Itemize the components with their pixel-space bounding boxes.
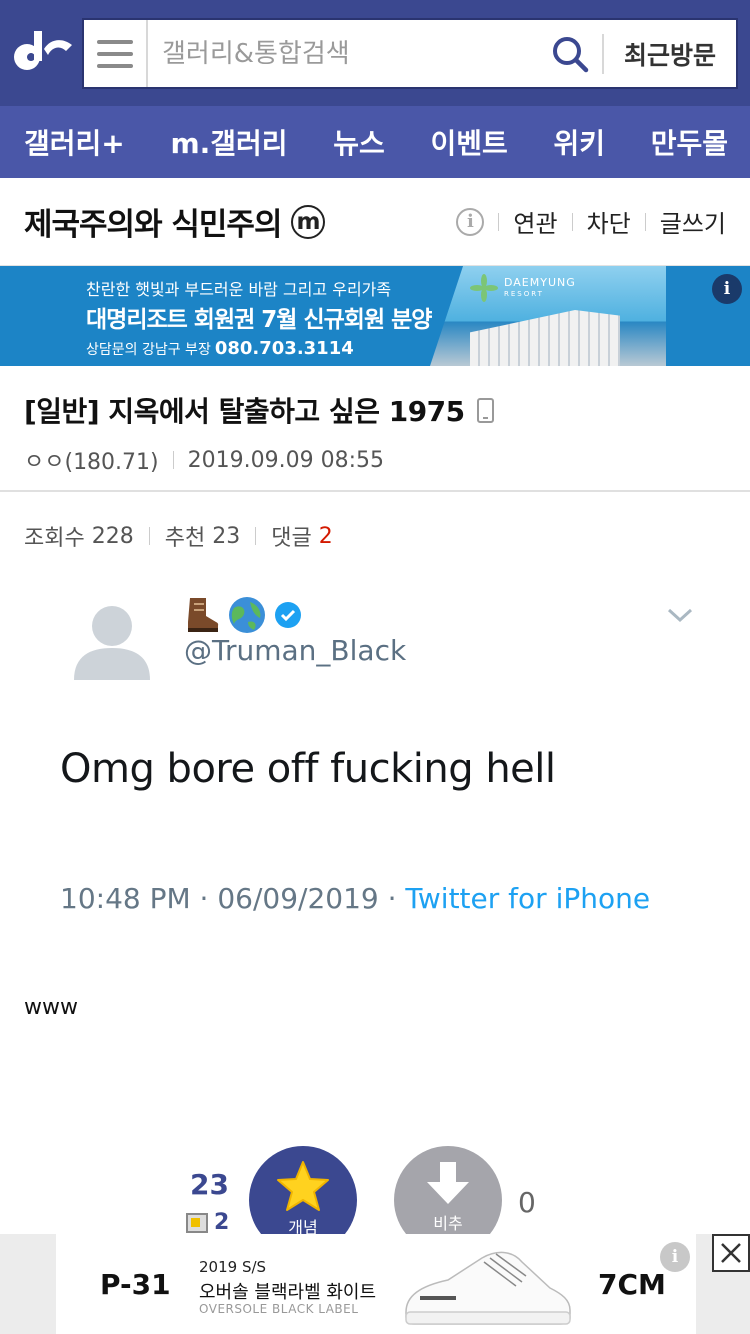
ad-product-name: 오버솔 블랙라벨 화이트 [199,1282,377,1303]
post-stats: 조회수 228 추천 23 댓글 2 [24,520,333,552]
resort-banner-ad[interactable]: 찬란한 햇빛과 부드러운 바람 그리고 우리가족 대명리조트 회원권 7월 신규… [0,266,750,366]
ad-info-icon[interactable]: i [712,274,742,304]
fixed-upvote-number: 2 [214,1210,230,1235]
fixed-user-icon [186,1212,208,1233]
fixed-upvote-count: 2 [186,1210,229,1235]
ad-tagline: 찬란한 햇빛과 부드러운 바람 그리고 우리가족 [86,280,392,299]
separator [644,212,646,231]
nav-item-event[interactable]: 이벤트 [430,122,507,162]
star-icon [277,1161,329,1211]
default-avatar-icon [74,606,150,680]
post-title: [일반] 지옥에서 탈출하고 싶은 1975 [24,395,465,428]
ad-heel-height: 7CM [598,1268,666,1301]
downvote-label: 비추 [433,1214,463,1233]
resort-logo-icon [470,274,498,302]
separator [571,212,573,231]
gallery-header: 제국주의와 식민주의 m i 연관 차단 글쓰기 [0,178,750,266]
nav-item-wiki[interactable]: 위키 [553,122,605,162]
tweet-emojis [184,596,302,634]
hamburger-menu-icon[interactable] [84,20,148,87]
boot-emoji [188,598,219,632]
recommend-count: 23 [212,523,241,549]
post-author[interactable]: ㅇㅇ(180.71) [24,444,159,476]
separator [172,451,174,469]
globe-emoji [229,597,265,633]
views-count: 228 [91,523,134,549]
recommend-label: 추천 [164,526,206,551]
ad-contact-label: 상담문의 강남구 부장 [86,342,211,358]
post-body-text: www [24,995,78,1020]
post-header: [일반] 지옥에서 탈출하고 싶은 1975 ㅇㅇ(180.71) 2019.0… [0,366,750,492]
search-button[interactable] [538,20,602,87]
ad-info-icon[interactable]: i [660,1242,690,1272]
sneaker-image [405,1251,571,1325]
chevron-down-icon [667,608,693,623]
search-input[interactable] [148,20,538,87]
ad-product-code: P-31 [100,1268,171,1301]
shoe-bottom-ad[interactable]: P-31 2019 S/S 오버솔 블랙라벨 화이트 OVERSOLE BLAC… [0,1234,750,1334]
nav-item-mandu-mall[interactable]: 만두몰 [651,122,728,162]
tweet-text: Omg bore off fucking hell [60,746,556,792]
ad-headline: 대명리조트 회원권 7월 신규회원 분양 [86,307,432,333]
nav-item-news[interactable]: 뉴스 [333,122,385,162]
ad-phone: 080.703.3114 [214,338,354,359]
search-box: 최근방문 [82,18,738,89]
nav-item-gallery-plus[interactable]: 갤러리+ [24,122,125,162]
verified-badge-icon [275,602,301,628]
block-button[interactable]: 차단 [587,204,631,239]
gallery-title[interactable]: 제국주의와 식민주의 [24,199,282,244]
ad-season: 2019 S/S [199,1258,267,1276]
tweet-handle: @Truman_Black [184,634,407,667]
mobile-post-icon [476,397,494,423]
ad-card[interactable]: P-31 2019 S/S 오버솔 블랙라벨 화이트 OVERSOLE BLAC… [56,1234,696,1334]
ad-contact: 상담문의 강남구 부장 080.703.3114 [86,338,354,359]
related-button[interactable]: 연관 [513,204,557,239]
recent-visits-button[interactable]: 최근방문 [604,36,736,72]
separator [498,212,500,231]
close-icon [721,1243,741,1263]
main-nav: 갤러리+ m.갤러리 뉴스 이벤트 위키 만두몰 [0,106,750,178]
downvote-count: 0 [518,1186,536,1219]
ad-brand-sub: RESORT [504,290,544,298]
arrow-down-icon [427,1162,469,1204]
comments-count[interactable]: 2 [319,524,333,549]
comments-label[interactable]: 댓글 [271,520,311,552]
close-ad-button[interactable] [712,1234,750,1272]
nav-item-m-gallery[interactable]: m.갤러리 [170,122,287,162]
tweet-source: Twitter for iPhone [405,882,651,915]
upvote-count: 23 [190,1168,229,1201]
minor-gallery-badge: m [291,204,326,239]
search-icon [553,36,589,72]
separator [148,527,150,545]
ad-brand: DAEMYUNG [504,276,576,289]
top-header: 최근방문 [0,0,750,106]
post-date: 2019.09.09 08:55 [187,447,384,473]
dc-logo-icon[interactable] [10,27,76,79]
info-icon[interactable]: i [456,207,485,236]
separator [255,527,257,545]
tweet-screenshot-image: @Truman_Black Omg bore off fucking hell … [24,570,726,960]
ad-product-name-en: OVERSOLE BLACK LABEL [199,1302,359,1316]
post-meta: ㅇㅇ(180.71) 2019.09.09 08:55 [24,444,726,476]
post-title-row: [일반] 지옥에서 탈출하고 싶은 1975 [24,390,726,430]
tweet-time: 10:48 PM · 06/09/2019 · [60,882,406,915]
gallery-actions: i 연관 차단 글쓰기 [456,204,726,239]
write-button[interactable]: 글쓰기 [660,204,726,239]
views-label: 조회수 [24,526,85,551]
tweet-timestamp: 10:48 PM · 06/09/2019 · Twitter for iPho… [60,882,650,915]
